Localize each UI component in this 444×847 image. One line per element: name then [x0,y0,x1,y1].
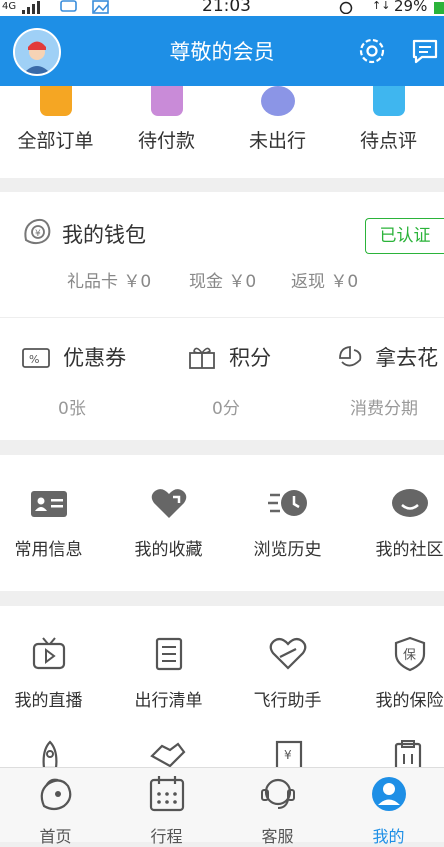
installment[interactable]: 拿去花 消费分期 [336,342,444,419]
svg-text:%: % [29,353,39,366]
order-pending-review-label: 待点评 [359,130,417,152]
services-grid-secondary: 我的直播 出行清单 飞行助手 保 我的保险 ¥ [0,606,444,772]
tab-mine-label: 我的 [372,827,405,846]
my-favorites[interactable]: 我的收藏 [113,487,224,560]
data-transfer-icon: ↑↓ [372,0,391,12]
gift-icon [188,344,216,374]
perks-section: % 优惠券 0张 积分 0分 拿去花 消费分期 [0,318,444,440]
tab-home[interactable]: 首页 [0,768,111,847]
shield-icon: 保 [394,636,425,672]
history-icon [267,490,307,516]
tab-itinerary-label: 行程 [150,827,183,846]
gift-card-balance[interactable]: 礼品卡 ￥0 [67,267,151,292]
bottom-tab-bar: 首页 行程 客服 我的 [0,767,444,846]
wallet-section[interactable]: ¥ 我的钱包 已认证 礼品卡 ￥0 现金 ￥0 返现 ￥0 [0,192,444,318]
wallet-title: 我的钱包 [62,223,146,247]
order-list-icon [39,86,72,116]
verified-badge[interactable]: 已认证 [365,218,444,254]
tab-customer-service[interactable]: 客服 [222,768,333,847]
tab-home-label: 首页 [39,827,72,846]
chat-bubble-icon [391,489,428,517]
status-bar: 4G 21:03 ↑↓ 29% [0,0,444,16]
order-pending-payment[interactable]: 待付款 [111,86,222,153]
order-pending-review[interactable]: 待点评 [333,86,444,153]
clock-icon [260,86,295,116]
headset-icon [260,778,295,809]
common-info[interactable]: 常用信息 [0,487,104,560]
tab-customer-service-label: 客服 [261,827,294,846]
message-icon[interactable] [410,36,440,66]
cashback-balance[interactable]: 返现 ￥0 [291,267,358,292]
orders-section: 全部订单 待付款 未出行 待点评 [0,86,444,178]
my-favorites-label: 我的收藏 [134,540,203,560]
order-all[interactable]: 全部订单 [0,86,111,153]
my-community-label: 我的社区 [375,540,444,560]
cash-balance[interactable]: 现金 ￥0 [189,267,256,292]
coupons-value: 0张 [58,399,86,419]
flight-assistant-label: 飞行助手 [253,691,322,711]
order-not-traveled-label: 未出行 [248,130,306,152]
tv-icon [32,637,65,670]
my-insurance-label: 我的保险 [375,691,444,711]
order-all-label: 全部订单 [17,130,94,152]
app-header: 尊敬的会员 [0,16,444,86]
svg-text:保: 保 [403,648,416,663]
points-label: 积分 [229,346,272,370]
dolphin-home-icon [40,778,71,811]
user-profile-icon [371,777,406,811]
my-live[interactable]: 我的直播 [0,636,104,711]
order-pending-payment-label: 待付款 [137,130,195,152]
flight-assistant[interactable]: 飞行助手 [232,636,343,711]
points[interactable]: 积分 0分 [188,342,338,419]
installment-icon [336,344,364,374]
wallet-dolphin-icon: ¥ [20,214,54,252]
calendar-icon [149,776,184,812]
services-grid-primary: 常用信息 我的收藏 浏览历史 我的社区 [0,455,444,591]
my-insurance[interactable]: 保 我的保险 [354,636,444,711]
my-live-label: 我的直播 [14,691,83,711]
network-label: 4G [2,1,17,12]
browse-history-label: 浏览历史 [253,540,322,560]
svg-text:¥: ¥ [284,748,292,762]
tab-itinerary[interactable]: 行程 [111,768,222,847]
gear-icon[interactable] [357,36,387,66]
coupon-icon: % [22,346,50,374]
order-not-traveled[interactable]: 未出行 [222,86,333,153]
id-card-icon [30,491,67,517]
travel-checklist-label: 出行清单 [134,691,203,711]
comment-icon [372,86,405,116]
browse-history[interactable]: 浏览历史 [232,487,343,560]
tab-mine[interactable]: 我的 [333,768,444,847]
coupons[interactable]: % 优惠券 0张 [22,342,172,419]
svg-text:¥: ¥ [35,229,41,239]
heart-plane-icon [269,637,306,670]
installment-value: 消费分期 [350,399,418,419]
travel-checklist[interactable]: 出行清单 [113,636,224,711]
checklist-icon [155,637,182,671]
my-community[interactable]: 我的社区 [354,487,444,560]
installment-label: 拿去花 [375,346,439,370]
heart-icon [151,489,186,518]
clock-time: 21:03 [202,0,251,16]
points-value: 0分 [212,399,240,419]
coupons-label: 优惠券 [63,346,127,370]
battery-label: 29% [394,0,428,15]
wallet-icon [150,86,183,116]
common-info-label: 常用信息 [14,540,83,560]
